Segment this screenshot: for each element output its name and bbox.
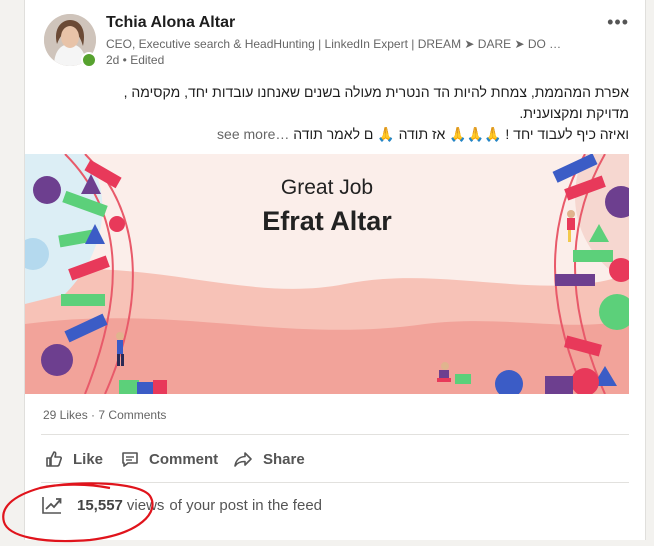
author-headline: CEO, Executive search & HeadHunting | Li… [106,37,562,51]
person-figure-left [116,332,124,366]
comment-button[interactable]: Comment [121,446,218,472]
counts-separator: · [91,408,96,422]
feed-post-card: Tchia Alona Altar CEO, Executive search … [24,0,646,540]
image-subtitle: Great Job [280,176,374,199]
post-text-line-content: ואיזה כיף לעבוד יחד ! 🙏🙏🙏 אז תודה 🙏 ם לא… [293,126,629,142]
post-text-line: מדויקת ומקצוענית. [519,105,629,121]
likes-count[interactable]: 29 Likes [43,408,88,422]
comments-count[interactable]: 7 Comments [98,408,166,422]
comment-label: Comment [149,450,219,468]
comment-icon [122,452,138,467]
author-name[interactable]: Tchia Alona Altar [106,14,235,32]
see-more-link[interactable]: …see more [217,126,289,142]
post-text-line: אפרת המהממת, צמחת להיות הד הנטרית מעולה … [123,84,629,100]
image-title: Efrat Altar [262,206,392,236]
like-label: Like [73,450,104,468]
views-suffix: of your post in the feed [169,496,323,514]
social-counts: 29 Likes · 7 Comments [43,408,166,422]
more-options-icon[interactable]: ••• [607,12,629,33]
post-text-line: ואיזה כיף לעבוד יחד ! 🙏🙏🙏 אז תודה 🙏 ם לא… [45,124,629,145]
post-meta: 2d • Edited [106,53,165,67]
share-label: Share [263,450,305,468]
post-image[interactable]: Great Job Efrat Altar [25,154,629,394]
divider [41,434,629,435]
online-status-dot [81,52,97,68]
post-text: אפרת המהממת, צמחת להיות הד הנטרית מעולה … [45,82,629,145]
like-button[interactable]: Like [45,446,103,472]
share-icon [234,452,252,467]
thumbs-up-icon [46,451,62,467]
share-button[interactable]: Share [233,446,305,472]
red-annotation-circle [2,482,154,543]
